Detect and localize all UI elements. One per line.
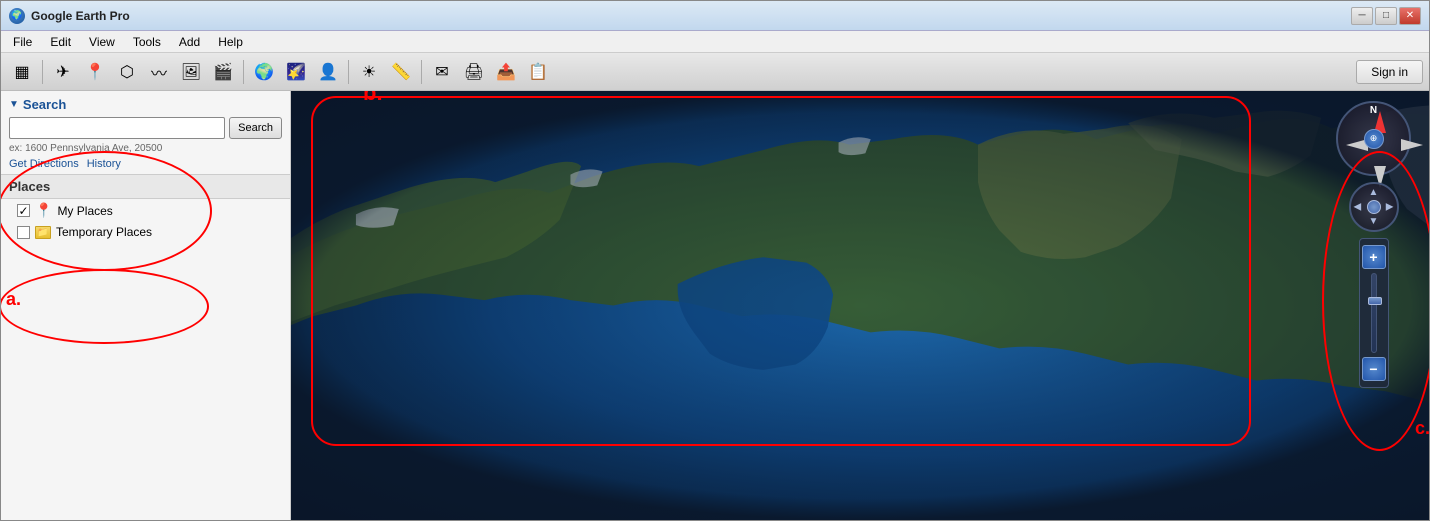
search-button[interactable]: Search <box>229 117 282 139</box>
copy-image-button[interactable]: 📋 <box>523 58 553 86</box>
app-icon: 🌍 <box>9 8 25 24</box>
menu-tools[interactable]: Tools <box>125 33 169 51</box>
pan-left-button[interactable]: ◀ <box>1354 202 1362 213</box>
title-bar: 🌍 Google Earth Pro ─ □ ✕ <box>1 1 1429 31</box>
minimize-button[interactable]: ─ <box>1351 7 1373 25</box>
draw-path-button[interactable]: 〰 <box>144 58 174 86</box>
earth-view-button[interactable]: 🌍 <box>249 58 279 86</box>
places-panel: Places ✓ 📍 My Places 📁 Temporary Places <box>1 175 290 520</box>
menu-help[interactable]: Help <box>210 33 251 51</box>
pan-up-button[interactable]: ▲ <box>1369 187 1379 198</box>
zoom-out-button[interactable]: − <box>1362 357 1386 381</box>
temporary-places-checkbox[interactable] <box>17 226 30 239</box>
places-header: Places <box>1 175 290 199</box>
draw-polygon-button[interactable]: ⬡ <box>112 58 142 86</box>
pan-right-button[interactable]: ▶ <box>1386 202 1394 213</box>
temporary-places-item[interactable]: 📁 Temporary Places <box>1 222 290 242</box>
app-window: 🌍 Google Earth Pro ─ □ ✕ File Edit View … <box>0 0 1430 521</box>
zoom-panel: + − <box>1359 238 1389 388</box>
search-example-text: ex: 1600 Pennsylvania Ave, 20500 <box>9 143 282 154</box>
pan-control: ▲ ▼ ◀ ▶ <box>1349 182 1399 232</box>
add-placemark-button[interactable]: 📍 <box>80 58 110 86</box>
my-places-label: My Places <box>57 204 112 218</box>
main-content: ▼ Search Search ex: 1600 Pennsylvania Av… <box>1 91 1429 520</box>
zoom-in-button[interactable]: + <box>1362 245 1386 269</box>
title-bar-left: 🌍 Google Earth Pro <box>9 8 130 24</box>
temporary-places-folder-icon: 📁 <box>35 226 51 239</box>
search-panel: ▼ Search Search ex: 1600 Pennsylvania Av… <box>1 91 290 175</box>
my-places-icon: 📍 <box>35 202 52 219</box>
email-button[interactable]: ✉ <box>427 58 457 86</box>
search-input[interactable] <box>9 117 225 139</box>
zoom-slider-track <box>1371 273 1377 353</box>
print-button[interactable]: 🖨 <box>459 58 489 86</box>
search-title: Search <box>23 97 66 112</box>
close-button[interactable]: ✕ <box>1399 7 1421 25</box>
search-links: Get Directions History <box>9 158 282 170</box>
sidebar-toggle-button[interactable]: ▦ <box>7 58 37 86</box>
pan-down-button[interactable]: ▼ <box>1369 216 1379 227</box>
title-bar-controls: ─ □ ✕ <box>1351 7 1421 25</box>
menu-file[interactable]: File <box>5 33 40 51</box>
compass: N ⊕ <box>1336 101 1411 176</box>
app-title: Google Earth Pro <box>31 9 130 23</box>
menu-add[interactable]: Add <box>171 33 208 51</box>
my-places-item[interactable]: ✓ 📍 My Places <box>1 199 290 222</box>
temporary-places-label: Temporary Places <box>56 225 152 239</box>
image-overlay-button[interactable]: 🖼 <box>176 58 206 86</box>
fly-to-button[interactable]: ✈ <box>48 58 78 86</box>
toolbar-sep-1 <box>42 60 43 84</box>
history-link[interactable]: History <box>87 158 121 170</box>
zoom-slider-thumb[interactable] <box>1368 297 1382 305</box>
compass-east-arrow <box>1401 139 1423 151</box>
menu-view[interactable]: View <box>81 33 123 51</box>
my-places-checkbox[interactable]: ✓ <box>17 204 30 217</box>
sign-in-button[interactable]: Sign in <box>1356 60 1423 84</box>
maximize-button[interactable]: □ <box>1375 7 1397 25</box>
sunlight-button[interactable]: ☀ <box>354 58 384 86</box>
menu-edit[interactable]: Edit <box>42 33 79 51</box>
toolbar-sep-2 <box>243 60 244 84</box>
sidebar: ▼ Search Search ex: 1600 Pennsylvania Av… <box>1 91 291 520</box>
search-input-row: Search <box>9 117 282 139</box>
search-collapse-arrow[interactable]: ▼ <box>9 99 19 110</box>
toolbar-sep-3 <box>348 60 349 84</box>
compass-center-button[interactable]: ⊕ <box>1364 129 1384 149</box>
sky-view-button[interactable]: 🌠 <box>281 58 311 86</box>
street-view-button[interactable]: 👤 <box>313 58 343 86</box>
get-directions-link[interactable]: Get Directions <box>9 158 79 170</box>
earth-map-svg <box>291 91 1429 520</box>
share-button[interactable]: 📤 <box>491 58 521 86</box>
menu-bar: File Edit View Tools Add Help <box>1 31 1429 53</box>
search-header: ▼ Search <box>9 97 282 112</box>
measure-button[interactable]: 📏 <box>386 58 416 86</box>
navigation-controls: N ⊕ <box>1336 101 1411 388</box>
toolbar: ▦ ✈ 📍 ⬡ 〰 🖼 🎬 🌍 🌠 👤 ☀ 📏 ✉ 🖨 📤 📋 Sign in <box>1 53 1429 91</box>
toolbar-sep-4 <box>421 60 422 84</box>
record-tour-button[interactable]: 🎬 <box>208 58 238 86</box>
places-title: Places <box>9 179 50 194</box>
pan-center-button[interactable] <box>1367 200 1381 214</box>
map-area[interactable]: b. N <box>291 91 1429 520</box>
